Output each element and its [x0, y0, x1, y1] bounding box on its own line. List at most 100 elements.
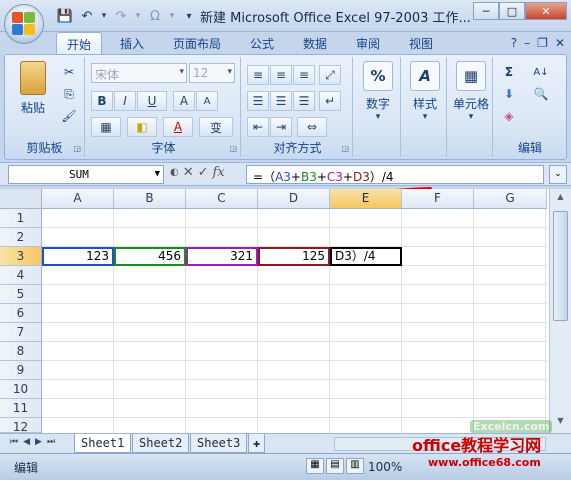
grow-font-button[interactable]: A	[173, 91, 195, 111]
wrap-text-icon[interactable]: ↵	[319, 91, 341, 111]
ribbon-restore-icon[interactable]: ❐	[537, 36, 548, 50]
name-box[interactable]: SUM ▼	[8, 165, 164, 184]
alignment-dialog-launcher-icon[interactable]: ◲	[341, 144, 349, 153]
help-icon[interactable]: ?	[511, 36, 517, 50]
sheet-tab-sheet1[interactable]: Sheet1	[74, 434, 132, 453]
column-header-g[interactable]: G	[474, 189, 547, 209]
styles-group[interactable]: A 样式 ▾	[403, 57, 447, 157]
last-sheet-icon[interactable]: ⏭	[47, 437, 55, 447]
normal-view-icon[interactable]: ▦	[306, 458, 324, 474]
customize-qat-icon[interactable]: ▾	[180, 7, 198, 25]
scroll-up-icon[interactable]: ▲	[553, 192, 568, 206]
cell-b3[interactable]: 456	[114, 247, 186, 266]
sort-filter-icon[interactable]: A↓	[527, 63, 555, 81]
insert-sheet-icon[interactable]: ✚	[248, 434, 266, 453]
orientation-icon[interactable]: ⤢	[319, 65, 341, 85]
cell-area[interactable]: 123 456 321 125 D3）/4	[42, 209, 547, 433]
cell-c3[interactable]: 321	[186, 247, 258, 266]
number-button[interactable]: % 数字 ▾	[356, 61, 400, 122]
column-header-c[interactable]: C	[186, 189, 258, 209]
expand-formula-bar-icon[interactable]: ⌄	[549, 165, 567, 184]
format-painter-icon[interactable]: 🖌	[59, 107, 79, 125]
align-left-icon[interactable]: ☰	[247, 91, 269, 111]
row-header-11[interactable]: 11	[0, 399, 42, 418]
office-button[interactable]	[4, 4, 44, 44]
row-header-5[interactable]: 5	[0, 285, 42, 304]
worksheet-grid[interactable]: A B C D E F G 1 2 3 4 5 6 7 8 9 10 11 12…	[0, 189, 571, 434]
maximize-button[interactable]: □	[499, 2, 525, 20]
ribbon-minimize-icon[interactable]: –	[524, 36, 530, 50]
autosum-icon[interactable]: Σ	[499, 63, 519, 81]
align-center-icon[interactable]: ☰	[270, 91, 292, 111]
italic-button[interactable]: I	[114, 91, 136, 111]
minimize-button[interactable]: ─	[473, 2, 499, 20]
vertical-scrollbar[interactable]: ▲ ▼	[549, 189, 571, 433]
row-header-1[interactable]: 1	[0, 209, 42, 228]
redo-dropdown-icon[interactable]: ▾	[134, 7, 142, 25]
row-header-10[interactable]: 10	[0, 380, 42, 399]
tab-home[interactable]: 开始	[56, 32, 103, 55]
column-header-e[interactable]: E	[330, 189, 402, 209]
tab-data[interactable]: 数据	[303, 35, 327, 52]
font-size-combo[interactable]: 12 ▾	[189, 63, 235, 83]
clipboard-dialog-launcher-icon[interactable]: ◲	[73, 144, 81, 153]
font-color-button[interactable]: A	[163, 117, 193, 137]
sheet-tab-sheet2[interactable]: Sheet2	[132, 434, 190, 453]
select-all-button[interactable]	[0, 189, 42, 209]
row-header-3[interactable]: 3	[0, 247, 42, 266]
omega-symbol-icon[interactable]: Ω	[146, 7, 164, 25]
column-header-a[interactable]: A	[42, 189, 114, 209]
underline-button[interactable]: U	[137, 91, 167, 111]
redo-icon[interactable]: ↷	[112, 7, 130, 25]
undo-icon[interactable]: ↶	[78, 7, 96, 25]
ribbon-close-icon[interactable]: ✕	[555, 36, 565, 50]
phonetic-button[interactable]: 变	[199, 117, 233, 137]
formula-input[interactable]: =（A3+B3+C3+D3）/4	[246, 165, 544, 184]
tab-page-layout[interactable]: 页面布局	[173, 35, 221, 52]
row-header-6[interactable]: 6	[0, 304, 42, 323]
undo-dropdown-icon[interactable]: ▾	[100, 7, 108, 25]
styles-button[interactable]: A 样式 ▾	[403, 61, 447, 122]
row-header-2[interactable]: 2	[0, 228, 42, 247]
copy-icon[interactable]: ⎘	[59, 85, 79, 103]
row-header-8[interactable]: 8	[0, 342, 42, 361]
align-right-icon[interactable]: ☰	[293, 91, 315, 111]
clear-icon[interactable]: ◈	[499, 107, 519, 125]
sheet-tab-sheet3[interactable]: Sheet3	[190, 434, 248, 453]
cells-group[interactable]: ▦ 单元格 ▾	[449, 57, 493, 157]
fill-color-button[interactable]: ◧	[127, 117, 157, 137]
shrink-font-button[interactable]: A	[196, 91, 218, 111]
zoom-level[interactable]: 100%	[368, 460, 402, 474]
omega-dropdown-icon[interactable]: ▾	[168, 7, 176, 25]
find-select-icon[interactable]: 🔍	[527, 85, 555, 103]
formula-bar-handle-icon[interactable]: ◐	[170, 167, 179, 178]
column-header-b[interactable]: B	[114, 189, 186, 209]
chevron-down-icon[interactable]: ▼	[155, 169, 160, 179]
tab-review[interactable]: 审阅	[356, 35, 380, 52]
borders-button[interactable]: ▦	[91, 117, 121, 137]
increase-indent-icon[interactable]: ⇥	[270, 117, 292, 137]
cell-d3[interactable]: 125	[258, 247, 330, 266]
column-header-d[interactable]: D	[258, 189, 330, 209]
cancel-formula-icon[interactable]: ✕	[183, 165, 194, 180]
bold-button[interactable]: B	[91, 91, 113, 111]
scroll-down-icon[interactable]: ▼	[553, 416, 568, 430]
row-header-9[interactable]: 9	[0, 361, 42, 380]
cell-a3[interactable]: 123	[42, 247, 114, 266]
align-top-icon[interactable]: ≡	[247, 65, 269, 85]
first-sheet-icon[interactable]: ⏮	[10, 437, 18, 447]
decrease-indent-icon[interactable]: ⇤	[247, 117, 269, 137]
page-break-view-icon[interactable]: ▥	[346, 458, 364, 474]
row-header-12[interactable]: 12	[0, 418, 42, 434]
row-header-4[interactable]: 4	[0, 266, 42, 285]
column-header-f[interactable]: F	[402, 189, 474, 209]
paste-button[interactable]: 粘贴	[11, 61, 55, 116]
save-icon[interactable]: 💾	[56, 7, 74, 25]
align-bottom-icon[interactable]: ≡	[293, 65, 315, 85]
font-name-combo[interactable]: 宋体 ▾	[91, 63, 187, 83]
number-group[interactable]: % 数字 ▾	[355, 57, 401, 157]
tab-view[interactable]: 视图	[409, 35, 433, 52]
enter-formula-icon[interactable]: ✓	[198, 165, 209, 180]
insert-function-icon[interactable]: fx	[213, 165, 225, 180]
cell-e3-editing[interactable]: D3）/4	[330, 247, 402, 266]
